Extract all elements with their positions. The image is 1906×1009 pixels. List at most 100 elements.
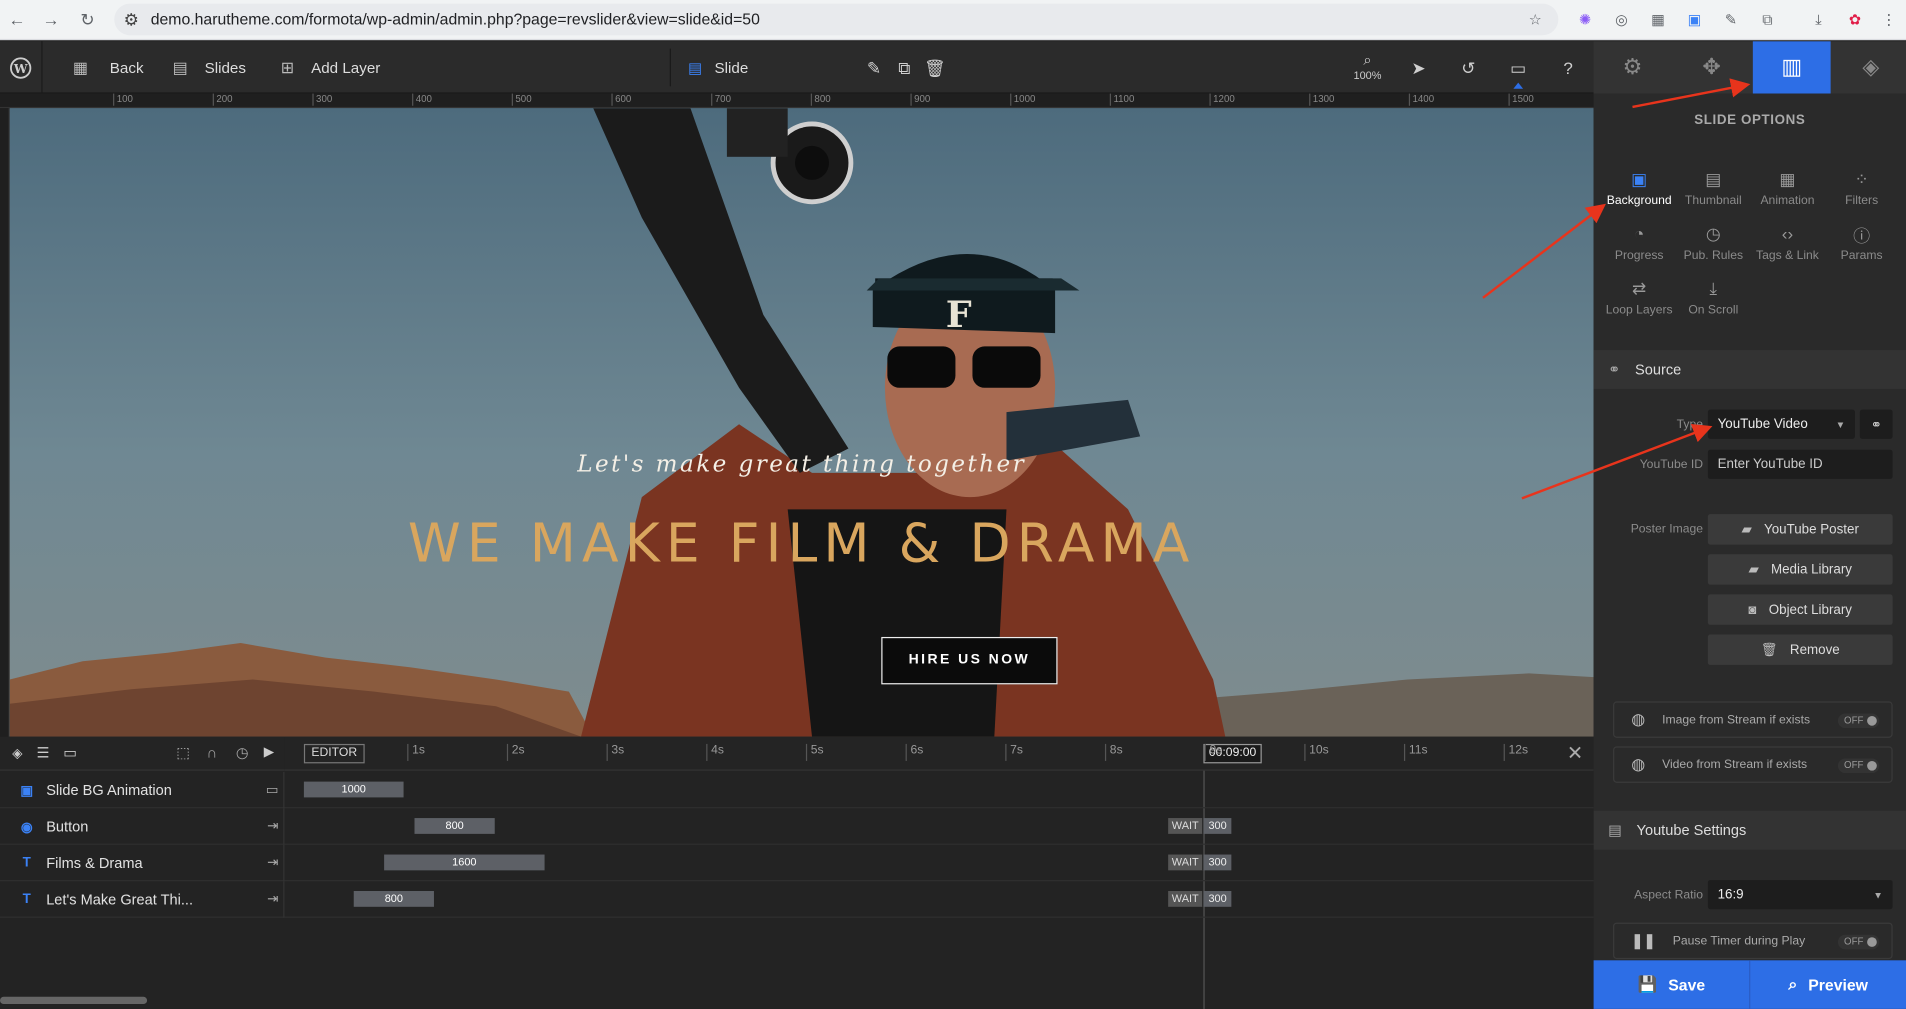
option-on-scroll[interactable]: ⤓ On Scroll	[1676, 278, 1750, 317]
type-select[interactable]: YouTube Video ▼	[1707, 409, 1855, 439]
timeline-row[interactable]: T Films & Drama ⇥ 1600 WAIT 300	[0, 844, 1594, 882]
preview-button[interactable]: ⌕ Preview	[1749, 960, 1906, 1009]
download-icon: ⤓	[1709, 278, 1718, 298]
slide-options-tab[interactable]: ▥	[1752, 41, 1831, 94]
add-layer-icon: ⊞	[280, 57, 295, 76]
layers-icon[interactable]: ◈	[1832, 41, 1906, 93]
help-icon[interactable]: ?	[1557, 56, 1579, 80]
option-label: Animation	[1760, 194, 1815, 208]
eyedropper-icon[interactable]: ✎	[1721, 10, 1740, 29]
aspect-ratio-select[interactable]: 16:9 ▼	[1707, 880, 1893, 910]
collapse-icon[interactable]: ⇥	[267, 855, 278, 871]
layers-stack-icon[interactable]: ◈	[12, 745, 22, 761]
list-icon[interactable]: ☰	[36, 744, 49, 761]
site-settings-icon[interactable]: ⚙	[122, 10, 141, 29]
collapse-icon[interactable]: ⇥	[267, 818, 278, 834]
option-params[interactable]: ⓘ Params	[1825, 224, 1899, 262]
settings-gear-icon[interactable]: ⚙	[1594, 41, 1672, 93]
magnifier-icon: ⌕	[1363, 51, 1372, 69]
extension-icon[interactable]: ◎	[1612, 10, 1631, 29]
trash-icon[interactable]: 🗑	[924, 56, 946, 80]
toggle-switch[interactable]: OFF	[1837, 934, 1880, 950]
extension-icon[interactable]: ✺	[1575, 10, 1594, 29]
magnet-icon[interactable]: ∩	[207, 744, 217, 761]
option-animation[interactable]: ▦ Animation	[1750, 169, 1824, 208]
poster-youtube-poster-button[interactable]: ▰ YouTube Poster	[1707, 514, 1893, 545]
slide-headline-layer[interactable]: WE MAKE FILM & DRAMA	[10, 513, 1594, 575]
timeline-row[interactable]: ◉ Button ⇥ 800 WAIT 300	[0, 808, 1594, 845]
slide-canvas[interactable]: F Let's make great thing together WE MAK…	[9, 108, 1594, 737]
module-icon[interactable]: ✥	[1673, 41, 1751, 93]
pencil-icon[interactable]: ✎	[863, 56, 885, 80]
play-icon[interactable]: ▶	[264, 744, 274, 760]
wait-marker[interactable]: WAIT 300	[1168, 854, 1232, 871]
timeline-bar[interactable]: 1600	[384, 854, 545, 871]
url-text[interactable]: demo.harutheme.com/formota/wp-admin/admi…	[151, 10, 760, 28]
youtube-settings-header[interactable]: ▤ Youtube Settings	[1593, 810, 1906, 850]
option-pub-rules[interactable]: ◷ Pub. Rules	[1676, 224, 1750, 263]
download-icon[interactable]: ⤓	[1809, 10, 1828, 29]
add-layer-button[interactable]: ⊞ Add Layer	[281, 41, 381, 93]
collapse-icon[interactable]: ⇥	[267, 891, 278, 907]
timeline-row-name[interactable]: ▣ Slide BG Animation ▭	[0, 771, 285, 809]
profile-icon[interactable]: ✿	[1845, 10, 1864, 29]
timeline-row[interactable]: T Let's Make Great Thi... ⇥ 800 WAIT 300	[0, 881, 1594, 918]
timeline-row-name[interactable]: T Let's Make Great Thi... ⇥	[0, 881, 285, 918]
slides-button[interactable]: ▤ Slides	[173, 41, 246, 93]
folder-icon[interactable]: ▭	[63, 744, 77, 761]
reload-icon[interactable]: ↻	[78, 10, 97, 29]
bookmark-star-icon[interactable]: ☆	[1526, 10, 1545, 29]
pause-timer-toggle[interactable]: ❚❚ Pause Timer during Play OFF	[1613, 922, 1893, 960]
image-icon: ▣	[1631, 168, 1648, 189]
back-arrow-icon[interactable]: ←	[7, 10, 26, 29]
menu-icon[interactable]: ⋮	[1879, 10, 1898, 29]
duplicate-icon[interactable]: ⧉	[893, 56, 915, 80]
video-from-stream-toggle[interactable]: ◍ Video from Stream if exists OFF	[1613, 746, 1893, 783]
image-from-stream-toggle[interactable]: ◍ Image from Stream if exists OFF	[1613, 701, 1893, 738]
slide-tagline-layer[interactable]: Let's make great thing together	[10, 451, 1594, 478]
folder-icon[interactable]: ▭	[266, 782, 279, 798]
zoom-control[interactable]: ⌕ 100%	[1349, 51, 1385, 81]
extension-icon[interactable]: ▣	[1685, 10, 1704, 29]
poster-media-library-button[interactable]: ▰ Media Library	[1707, 554, 1893, 585]
timeline-row[interactable]: ▣ Slide BG Animation ▭ 1000	[0, 771, 1594, 809]
extension-icon[interactable]: ▦	[1648, 10, 1667, 29]
source-section-header[interactable]: ⚭ Source	[1593, 350, 1906, 389]
timeline-header	[284, 736, 1594, 771]
wait-marker[interactable]: WAIT 300	[1168, 818, 1232, 834]
timeline-bar[interactable]: 1000	[303, 781, 404, 798]
forward-arrow-icon[interactable]: →	[41, 10, 60, 29]
hire-us-button-layer[interactable]: HIRE US NOW	[881, 636, 1058, 685]
poster-remove-button[interactable]: 🗑 Remove	[1707, 634, 1893, 665]
cursor-icon[interactable]: ➤	[1408, 56, 1430, 80]
timeline-bar[interactable]: 800	[414, 818, 495, 834]
wordpress-icon[interactable]: W	[0, 41, 43, 94]
link-icon[interactable]: ⚭	[1859, 409, 1893, 439]
poster-object-library-button[interactable]: ◙ Object Library	[1707, 594, 1893, 625]
desktop-icon[interactable]: ▭	[1507, 56, 1529, 80]
ruler-tick: 1400	[1408, 93, 1434, 106]
option-loop-layers[interactable]: ⇄ Loop Layers	[1602, 278, 1676, 317]
toggle-switch[interactable]: OFF	[1837, 758, 1880, 774]
toggle-switch[interactable]: OFF	[1837, 713, 1880, 729]
youtube-id-input[interactable]: Enter YouTube ID	[1707, 449, 1893, 479]
timeline-row-name[interactable]: ◉ Button ⇥	[0, 808, 285, 845]
wait-marker[interactable]: WAIT 300	[1168, 891, 1232, 907]
option-filters[interactable]: ⁘ Filters	[1825, 169, 1899, 208]
option-tags-link[interactable]: ‹› Tags & Link	[1750, 224, 1824, 263]
stopwatch-icon[interactable]: ◷	[236, 744, 249, 761]
timeline-scrollbar[interactable]	[0, 996, 148, 1005]
editor-button[interactable]: EDITOR	[303, 743, 365, 764]
undo-icon[interactable]: ↺	[1457, 56, 1479, 80]
puzzle-icon[interactable]: ⧉	[1758, 10, 1777, 29]
option-thumbnail[interactable]: ▤ Thumbnail	[1676, 169, 1750, 208]
back-button[interactable]: ▦ Back	[73, 41, 144, 93]
timeline-bar[interactable]: 800	[353, 891, 434, 907]
close-icon[interactable]: ✕	[1567, 741, 1583, 765]
save-button[interactable]: 💾 Save	[1593, 960, 1750, 1009]
option-progress[interactable]: ◔ Progress	[1602, 224, 1676, 263]
timeline-row-name[interactable]: T Films & Drama ⇥	[0, 844, 285, 882]
selection-icon[interactable]: ⬚	[176, 744, 190, 761]
option-background[interactable]: ▣ Background	[1602, 169, 1676, 208]
slide-selector[interactable]: ▤ Slide	[688, 41, 858, 93]
